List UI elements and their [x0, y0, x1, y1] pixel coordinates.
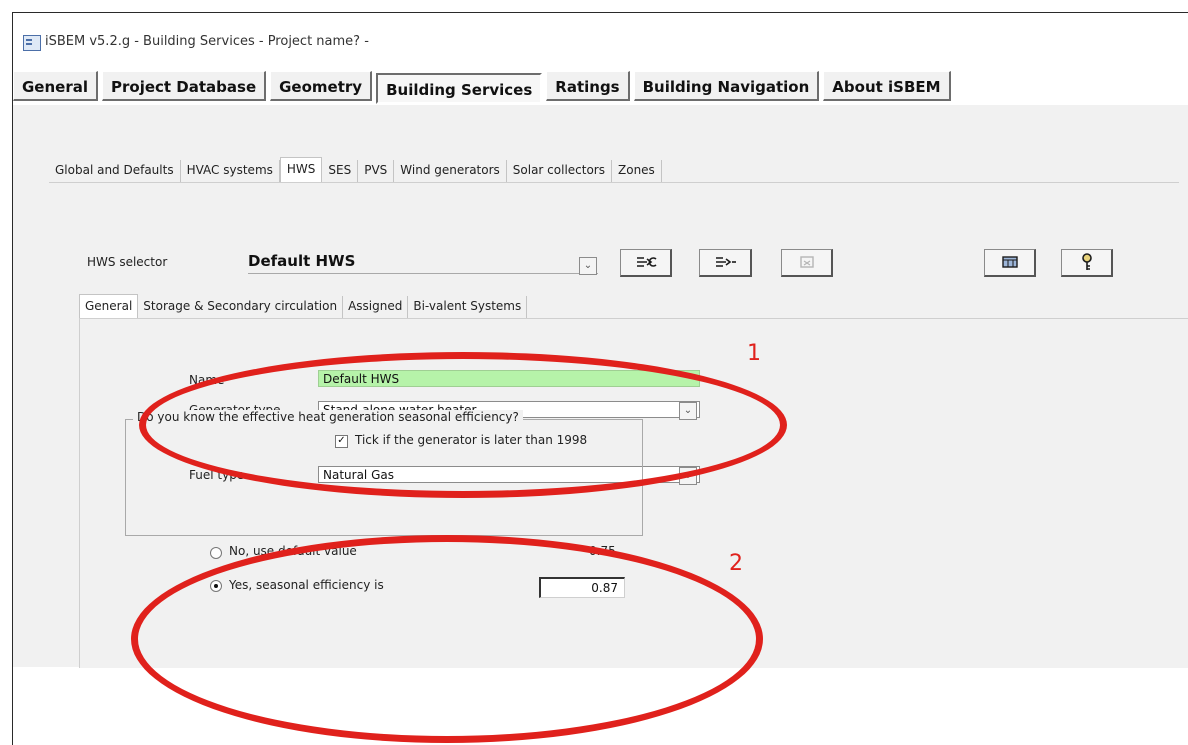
help-button[interactable]	[1061, 249, 1113, 277]
main-tab-about-isbem[interactable]: About iSBEM	[823, 71, 951, 101]
copy-hws-button[interactable]	[620, 249, 672, 277]
sub-tab-global-defaults[interactable]: Global and Defaults	[49, 160, 181, 182]
copy-icon	[636, 257, 657, 267]
main-tab-building-services[interactable]: Building Services	[376, 73, 543, 104]
annotation-ellipse-2	[131, 535, 763, 743]
hws-tab-assigned[interactable]: Assigned	[343, 296, 409, 318]
title-bar: iSBEM v5.2.g - Building Services - Proje…	[13, 13, 1188, 69]
window-title: iSBEM v5.2.g - Building Services - Proje…	[45, 34, 369, 49]
main-tab-ratings[interactable]: Ratings	[546, 71, 630, 101]
sub-tab-zones[interactable]: Zones	[612, 160, 662, 182]
services-sub-tab-bar: Global and Defaults HVAC systems HWS SES…	[49, 157, 662, 182]
hws-selector-dropdown[interactable]: ⌄	[579, 257, 597, 275]
annotation-ellipse-1	[139, 352, 787, 498]
hws-selector-underline	[248, 273, 598, 274]
delete-icon	[799, 256, 814, 268]
main-tab-project-database[interactable]: Project Database	[102, 71, 267, 101]
sub-tab-pvs[interactable]: PVS	[358, 160, 395, 182]
table-icon	[1001, 256, 1018, 268]
annotation-number-2: 2	[729, 551, 743, 576]
main-tab-geometry[interactable]: Geometry	[270, 71, 373, 101]
add-icon	[716, 257, 736, 267]
main-tab-general[interactable]: General	[13, 71, 98, 101]
annotation-number-1: 1	[747, 341, 761, 366]
hws-selector-value[interactable]: Default HWS	[248, 252, 355, 270]
hws-tab-storage-secondary[interactable]: Storage & Secondary circulation	[138, 296, 344, 318]
chevron-down-icon: ⌄	[583, 260, 593, 271]
sub-tab-wind-generators[interactable]: Wind generators	[394, 160, 507, 182]
hws-selector-label: HWS selector	[87, 255, 168, 269]
sub-tab-divider	[49, 182, 1179, 183]
app-icon	[23, 35, 41, 51]
table-view-button[interactable]	[984, 249, 1036, 277]
sub-tab-ses[interactable]: SES	[322, 160, 359, 182]
no-default-radio[interactable]	[210, 547, 222, 559]
sub-tab-hws[interactable]: HWS	[279, 157, 323, 182]
delete-hws-button[interactable]	[781, 249, 833, 277]
hws-general-tab-bar: General Storage & Secondary circulation …	[79, 294, 528, 318]
screenshot-frame: iSBEM v5.2.g - Building Services - Proje…	[12, 12, 1188, 745]
hws-tab-bivalent[interactable]: Bi-valent Systems	[408, 296, 528, 318]
main-tab-bar: General Project Database Geometry Buildi…	[13, 71, 955, 104]
help-key-icon	[1081, 253, 1092, 270]
main-tab-building-navigation[interactable]: Building Navigation	[633, 71, 820, 101]
sub-tab-hvac-systems[interactable]: HVAC systems	[181, 160, 280, 182]
sub-tab-solar-collectors[interactable]: Solar collectors	[507, 160, 612, 182]
add-hws-button[interactable]	[699, 249, 752, 277]
hws-tab-general[interactable]: General	[79, 294, 139, 318]
